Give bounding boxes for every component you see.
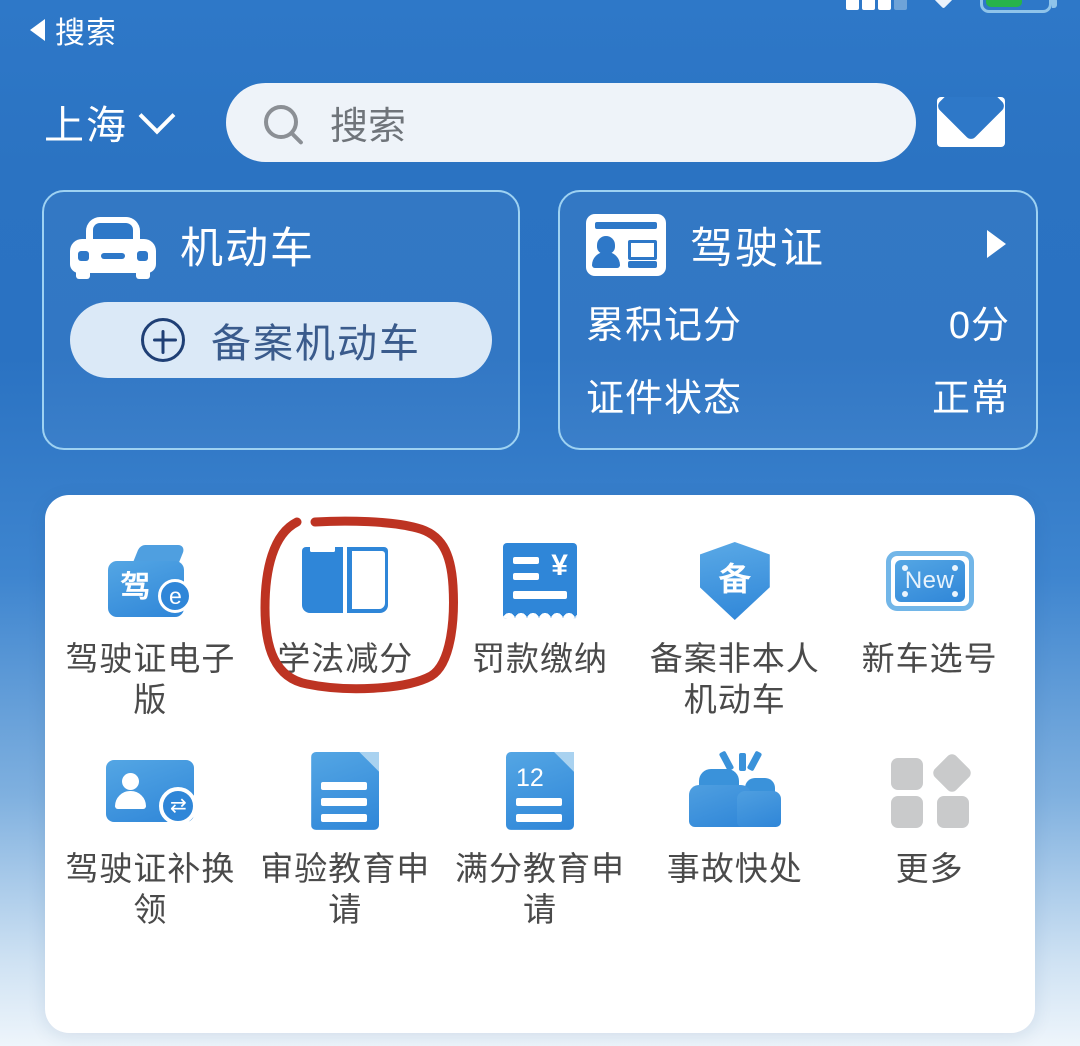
refresh-icon: ⇄ [159,786,198,825]
grid-item-label: 更多 [895,849,964,887]
license-wallet-icon: 驾 e [102,537,198,625]
grid-item-new-plate[interactable]: New 新车选号 [832,537,1027,721]
wallet-char: 驾 [120,571,151,604]
register-vehicle-button[interactable]: 备案机动车 [70,302,492,378]
grid-item-register-other-vehicle[interactable]: 备 备案非本人机动车 [637,537,832,721]
car-collision-icon [687,747,783,835]
battery-icon [980,0,1057,13]
vehicle-card[interactable]: 机动车 备案机动车 [42,190,520,450]
plate-text: New [904,567,955,594]
register-vehicle-label: 备案机动车 [211,322,421,366]
city-label: 上海 [44,104,128,148]
back-triangle-icon [30,19,45,41]
status-value: 正常 [931,378,1010,420]
document-icon [297,747,393,835]
search-input[interactable]: 搜索 [226,82,916,162]
yen-symbol: ¥ [551,549,568,582]
mail-button[interactable] [916,97,1026,147]
receipt-yen-icon: ¥ [492,537,588,625]
license-status-row: 证件状态 正常 [586,367,1010,422]
back-button[interactable]: 搜索 [30,8,117,52]
back-label: 搜索 [55,17,117,50]
search-placeholder: 搜索 [330,105,407,148]
grid-item-license-ecard[interactable]: 驾 e 驾驶证电子版 [53,537,248,721]
license-plate-new-icon: New [882,537,978,625]
id-card-icon [586,214,666,276]
status-bar [0,0,1080,22]
grid-item-label: 驾驶证补换领 [65,849,236,928]
search-icon [264,105,298,139]
plus-circle-icon [141,318,185,362]
services-panel: 驾 e 驾驶证电子版 学法减分 ¥ 罚款缴纳 备 备案非本人机动车 New 新车… [45,495,1035,1033]
license-card-title: 驾驶证 [690,225,825,273]
chevron-right-icon[interactable] [987,230,1006,258]
more-grid-icon [882,747,978,835]
id-card-renew-icon: ⇄ [102,747,198,835]
grid-item-label: 备案非本人机动车 [649,640,820,718]
license-card[interactable]: 驾驶证 累积记分 0分 证件状态 正常 [558,190,1038,450]
document-number: 12 [515,763,544,792]
grid-item-label: 新车选号 [861,640,998,677]
license-stat-row: 累积记分 0分 [586,294,1010,349]
grid-item-study-law[interactable]: 学法减分 [248,537,443,721]
grid-item-pay-fine[interactable]: ¥ 罚款缴纳 [443,537,638,721]
grid-item-license-renew[interactable]: ⇄ 驾驶证补换领 [53,747,248,931]
wallet-e-badge: e [158,579,193,613]
grid-item-accident-quick[interactable]: 事故快处 [637,747,832,931]
grid-item-label: 驾驶证电子版 [65,640,236,718]
grid-item-label: 审验教育申请 [260,849,431,928]
city-selector[interactable]: 上海 [44,93,226,151]
grid-item-more[interactable]: 更多 [832,747,1027,931]
vehicle-card-title: 机动车 [180,225,315,273]
points-value: 0分 [948,305,1010,347]
grid-item-review-education[interactable]: 审验教育申请 [248,747,443,931]
car-icon [70,217,156,279]
status-label: 证件状态 [586,378,743,420]
vehicle-card-header: 机动车 [70,214,492,279]
signal-bars-icon [846,0,907,10]
bluetooth-diamond-icon [934,0,953,9]
open-book-icon [297,537,393,625]
summary-cards: 机动车 备案机动车 驾驶证 累积记分 0分 证件状态 正常 [42,190,1038,450]
services-grid: 驾 e 驾驶证电子版 学法减分 ¥ 罚款缴纳 备 备案非本人机动车 New 新车… [45,495,1035,931]
grid-item-label: 事故快处 [666,849,803,887]
envelope-icon [937,97,1005,147]
document-12-icon: 12 [492,747,588,835]
shield-char: 备 [718,561,751,597]
header-search-row: 上海 搜索 [44,82,1036,162]
grid-item-label: 罚款缴纳 [471,640,608,677]
grid-item-full-points-education[interactable]: 12 满分教育申请 [443,747,638,931]
grid-item-label: 满分教育申请 [454,849,625,928]
points-label: 累积记分 [586,305,743,347]
chevron-down-icon [138,97,176,135]
license-card-header: 驾驶证 [586,214,1010,276]
grid-item-label: 学法减分 [277,640,414,677]
shield-record-icon: 备 [687,537,783,625]
